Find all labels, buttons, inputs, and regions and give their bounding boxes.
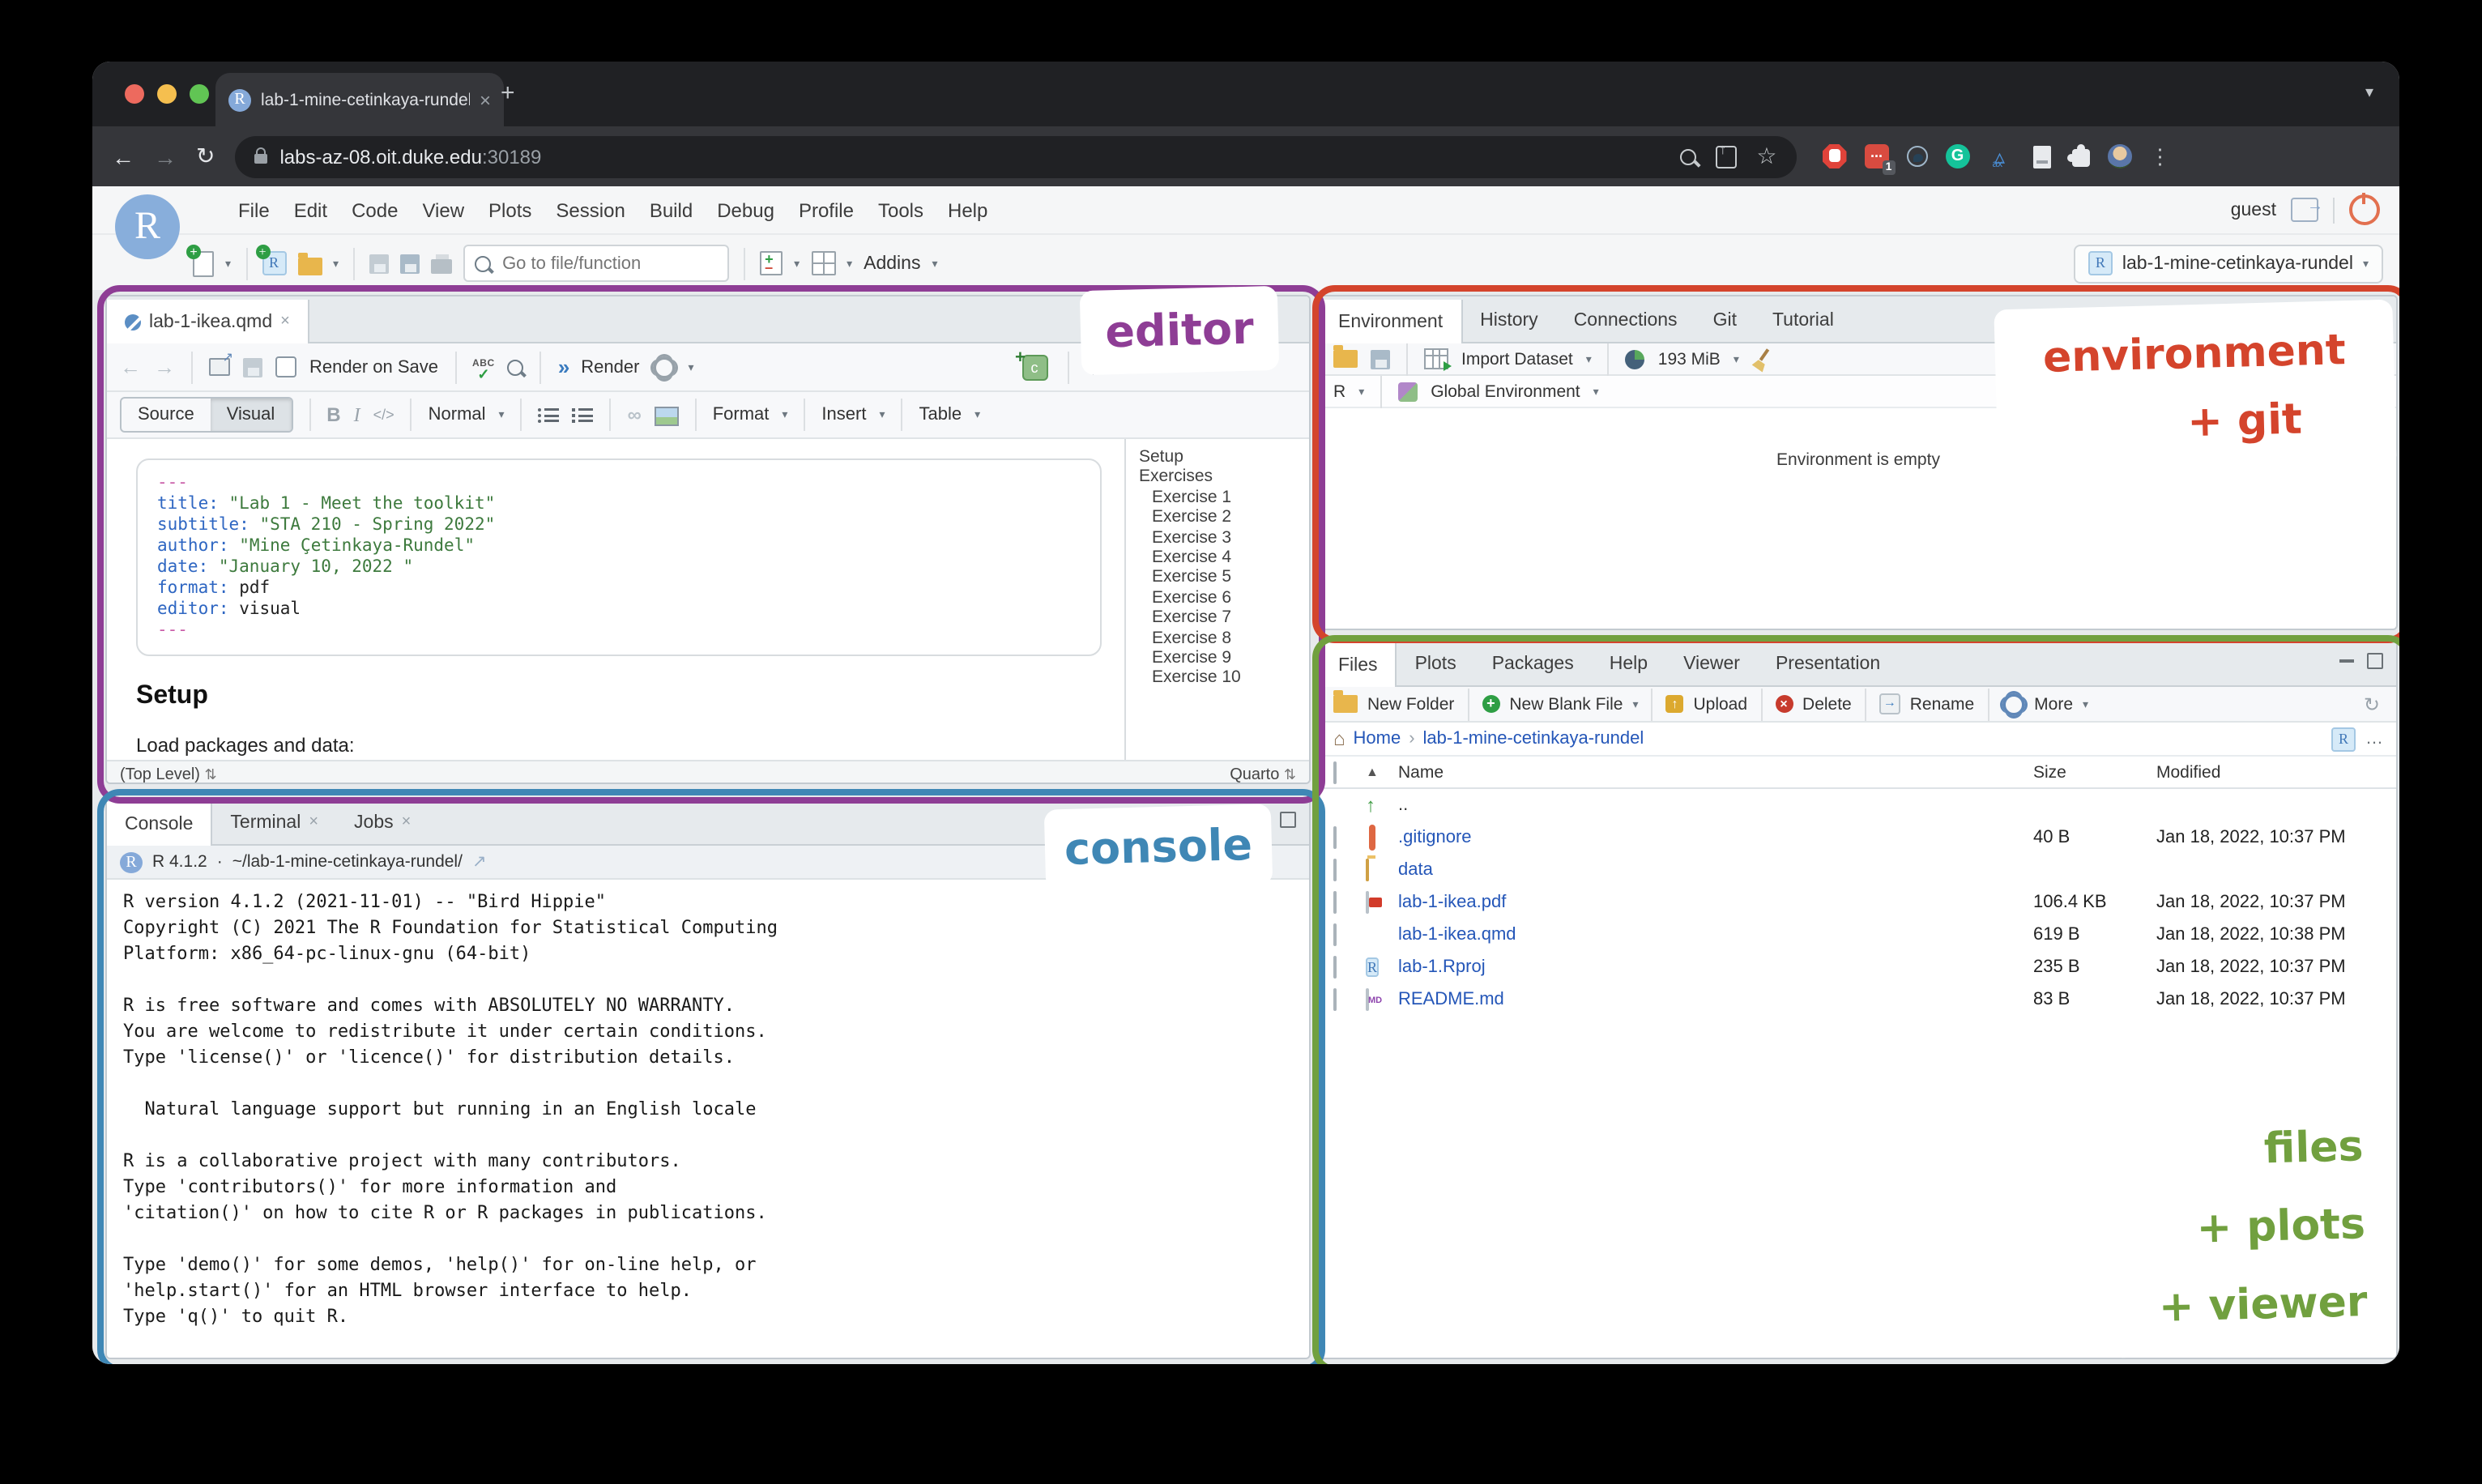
menu-help[interactable]: Help — [948, 198, 987, 221]
quit-session-icon[interactable] — [2349, 194, 2380, 225]
browser-tab-strip: R lab-1-mine-cetinkaya-rundel × + ▾ — [92, 62, 2399, 126]
version-control-icon[interactable] — [760, 251, 783, 275]
browser-menu-icon[interactable]: ⋮ — [2149, 143, 2170, 169]
new-file-caret-icon[interactable]: ▾ — [225, 257, 231, 270]
adblock-extension-icon[interactable] — [1822, 144, 1846, 168]
close-tab-icon[interactable]: × — [480, 88, 491, 111]
menu-session[interactable]: Session — [556, 198, 625, 221]
share-icon[interactable] — [1716, 145, 1737, 168]
axe-extension-icon[interactable]: ▵ax — [1987, 144, 2011, 168]
profile-avatar[interactable] — [2107, 144, 2131, 168]
new-file-icon[interactable] — [193, 250, 214, 276]
editor-annotation-label: editor — [1080, 286, 1280, 375]
console-annotation-label: console — [1044, 804, 1273, 890]
menu-view[interactable]: View — [422, 198, 464, 221]
extension-badge: 1 — [1883, 160, 1896, 175]
menu-code[interactable]: Code — [352, 198, 398, 221]
close-window-button[interactable] — [125, 84, 144, 104]
url-port: :30189 — [482, 145, 541, 168]
rstudio-toolbar: ▾ R ▾ ▾ ▾ Addins ▾ — [92, 233, 2399, 292]
rstudio-menubar: File Edit Code View Plots Session Build … — [92, 186, 2399, 233]
rstudio-favicon: R — [228, 88, 251, 111]
menu-edit[interactable]: Edit — [294, 198, 327, 221]
notes-extension-icon[interactable] — [2032, 145, 2050, 168]
files-annotation-label: files + plots + viewer — [2103, 1098, 2391, 1358]
goto-file-input[interactable] — [499, 252, 692, 275]
project-selector[interactable]: R lab-1-mine-cetinkaya-rundel ▾ — [2074, 244, 2383, 283]
screenshot-stage: R lab-1-mine-cetinkaya-rundel × + ▾ ← → … — [0, 0, 2482, 1484]
print-icon[interactable] — [431, 259, 452, 274]
sign-out-icon[interactable] — [2291, 198, 2318, 222]
menu-plots[interactable]: Plots — [488, 198, 531, 221]
browser-navbar: ← → ↻ labs-az-08.oit.duke.edu:30189 ☆ ..… — [92, 126, 2399, 186]
forward-icon[interactable]: → — [154, 143, 177, 169]
url-text: labs-az-08.oit.duke.edu:30189 — [279, 145, 541, 168]
new-project-icon[interactable]: R — [262, 251, 286, 275]
save-all-icon[interactable] — [400, 254, 420, 273]
grammarly-extension-icon[interactable]: G — [1945, 144, 1969, 168]
username-label: guest — [2231, 200, 2276, 220]
tab-search-chevron-icon[interactable]: ▾ — [2365, 84, 2373, 102]
panes-caret-icon[interactable]: ▾ — [847, 257, 852, 270]
open-caret-icon[interactable]: ▾ — [333, 257, 339, 270]
rstudio-header: R File Edit Code View Plots Session Buil… — [92, 186, 2399, 292]
reload-icon[interactable]: ↻ — [196, 143, 215, 170]
extension-icons: ...1 G ▵ax ⋮ — [1822, 143, 2170, 169]
search-icon — [475, 255, 491, 271]
environment-annotation-label: environment + git — [1994, 300, 2396, 479]
goto-file-search[interactable] — [463, 245, 729, 282]
project-caret-icon: ▾ — [2363, 257, 2369, 270]
menu-tools[interactable]: Tools — [878, 198, 923, 221]
back-icon[interactable]: ← — [112, 143, 134, 169]
project-name: lab-1-mine-cetinkaya-rundel — [2122, 254, 2353, 273]
browser-tab-title: lab-1-mine-cetinkaya-rundel — [261, 90, 470, 109]
lock-icon — [254, 154, 267, 164]
addins-caret-icon[interactable]: ▾ — [932, 257, 937, 270]
divider — [2333, 197, 2335, 223]
open-file-icon[interactable] — [297, 257, 322, 275]
bird-extension-icon[interactable] — [1906, 146, 1927, 167]
browser-window: R lab-1-mine-cetinkaya-rundel × + ▾ ← → … — [92, 62, 2399, 1364]
new-tab-button[interactable]: + — [501, 81, 515, 105]
addins-button[interactable]: Addins — [864, 254, 920, 273]
menu-profile[interactable]: Profile — [799, 198, 854, 221]
zoom-window-button[interactable] — [190, 84, 209, 104]
address-bar[interactable]: labs-az-08.oit.duke.edu:30189 ☆ — [234, 135, 1796, 177]
extensions-puzzle-icon[interactable] — [2071, 149, 2089, 167]
bookmark-star-icon[interactable]: ☆ — [1756, 143, 1776, 170]
rstudio-logo: R — [115, 194, 180, 259]
workspace-panes-icon[interactable] — [811, 251, 835, 275]
menu-file[interactable]: File — [238, 198, 270, 221]
menu-debug[interactable]: Debug — [717, 198, 774, 221]
password-extension-icon[interactable]: ...1 — [1864, 144, 1888, 168]
menu-build[interactable]: Build — [650, 198, 693, 221]
save-icon[interactable] — [369, 254, 389, 273]
project-cube-icon: R — [2088, 251, 2113, 275]
minimize-window-button[interactable] — [157, 84, 177, 104]
browser-tab[interactable]: R lab-1-mine-cetinkaya-rundel × — [215, 73, 504, 126]
vcs-caret-icon[interactable]: ▾ — [794, 257, 800, 270]
window-controls — [125, 84, 209, 104]
zoom-page-icon[interactable] — [1680, 148, 1696, 164]
